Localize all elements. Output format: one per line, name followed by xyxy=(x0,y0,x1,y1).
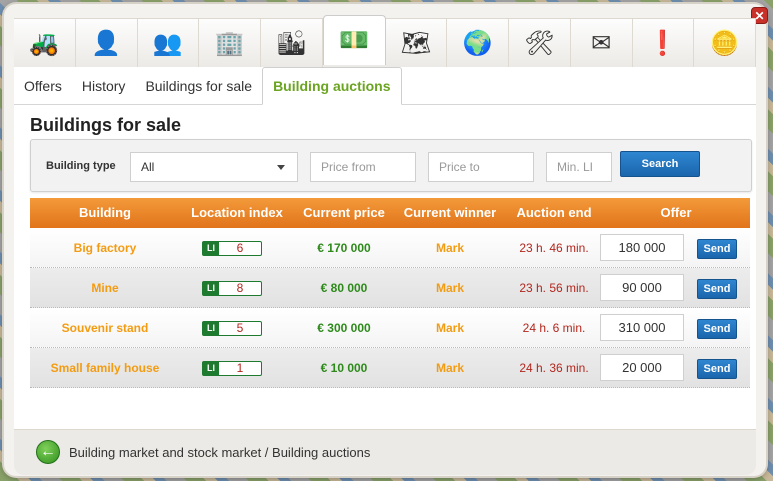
content-panel: Buildings for sale Building type All Pri… xyxy=(14,105,756,429)
li-badge: LI 8 xyxy=(202,281,262,296)
map-icon: 🗺 xyxy=(400,30,432,57)
nav-bulldozer[interactable]: 🚜 xyxy=(14,19,76,68)
price-to-input[interactable]: Price to xyxy=(428,152,534,182)
current-price: € 300 000 xyxy=(317,321,371,335)
footer-bar: ← Building market and stock market / Bui… xyxy=(14,429,756,475)
li-value: 6 xyxy=(236,241,244,255)
envelope-icon: ✉ xyxy=(591,30,612,57)
auction-end: 24 h. 6 min. xyxy=(522,321,586,335)
auction-window: ✕ 🚜 👤 👥 🏢 🏙 💵 🗺 🌍 🛠 ✉ ❗ 🪙 Offers History… xyxy=(4,4,768,476)
table-row: Souvenir stand LI 5 € 300 000 Mark 24 h. … xyxy=(30,308,750,348)
coin-icon: 🪙 xyxy=(709,30,740,57)
building-name: Big factory xyxy=(73,241,137,255)
li-tag: LI xyxy=(203,282,219,295)
col-current-winner: Current winner xyxy=(403,205,497,220)
col-offer: Offer xyxy=(660,205,692,220)
table-row: Big factory LI 6 € 170 000 Mark 23 h. 46 … xyxy=(30,228,750,268)
current-winner: Mark xyxy=(435,321,464,335)
table-row: Mine LI 8 € 80 000 Mark 23 h. 56 min. 90 … xyxy=(30,268,750,308)
send-button[interactable]: Send xyxy=(697,319,737,339)
sub-tabs: Offers History Buildings for sale Buildi… xyxy=(14,67,756,105)
auction-end: 23 h. 56 min. xyxy=(519,281,589,295)
offer-input[interactable]: 90 000 xyxy=(600,274,684,301)
col-auction-end: Auction end xyxy=(516,205,592,220)
li-badge: LI 1 xyxy=(202,361,262,376)
back-arrow-icon[interactable]: ← xyxy=(36,440,60,464)
people-icon: 👥 xyxy=(152,30,183,57)
money-building-icon: 💵 xyxy=(339,27,370,54)
current-winner: Mark xyxy=(435,361,464,375)
li-value: 5 xyxy=(236,321,244,335)
li-value: 1 xyxy=(236,361,244,375)
send-button[interactable]: Send xyxy=(697,279,737,299)
offer-input[interactable]: 20 000 xyxy=(600,354,684,381)
nav-people[interactable]: 👥 xyxy=(138,19,200,68)
nav-market[interactable]: 💵 xyxy=(322,15,386,65)
breadcrumb: Building market and stock market / Build… xyxy=(69,445,371,460)
current-price: € 10 000 xyxy=(320,361,368,375)
nav-buildings[interactable]: 🏙 xyxy=(261,19,323,68)
col-current-price: Current price xyxy=(303,205,385,220)
building-name: Souvenir stand xyxy=(61,321,149,335)
chevron-down-icon xyxy=(277,165,285,170)
offer-input[interactable]: 180 000 xyxy=(600,234,684,261)
current-price: € 170 000 xyxy=(317,241,371,255)
table-header: Building Location index Current price Cu… xyxy=(30,198,750,228)
tab-buildings-for-sale[interactable]: Buildings for sale xyxy=(135,68,262,104)
auction-end: 24 h. 36 min. xyxy=(519,361,589,375)
tools-icon: 🛠 xyxy=(524,30,555,57)
main-icon-bar: 🚜 👤 👥 🏢 🏙 💵 🗺 🌍 🛠 ✉ ❗ 🪙 xyxy=(14,15,756,68)
table-row: Small family house LI 1 € 10 000 Mark 24 … xyxy=(30,348,750,388)
nav-globe[interactable]: 🌍 xyxy=(447,19,509,68)
send-button[interactable]: Send xyxy=(697,359,737,379)
auction-end: 23 h. 46 min. xyxy=(519,241,589,255)
building-type-label: Building type xyxy=(46,160,116,172)
li-tag: LI xyxy=(203,362,219,375)
li-tag: LI xyxy=(203,242,219,255)
filter-bar: Building type All Price from Price to Mi… xyxy=(30,139,752,192)
building-type-select[interactable]: All xyxy=(130,152,298,182)
li-value: 8 xyxy=(236,281,244,295)
building-name: Mine xyxy=(91,281,119,295)
li-badge: LI 6 xyxy=(202,241,262,256)
min-li-input[interactable]: Min. LI xyxy=(546,152,612,182)
offer-input[interactable]: 310 000 xyxy=(600,314,684,341)
page-title: Buildings for sale xyxy=(30,115,182,135)
info-icon: ❗ xyxy=(647,30,678,57)
current-price: € 80 000 xyxy=(320,281,368,295)
tab-offers[interactable]: Offers xyxy=(14,68,72,104)
send-button[interactable]: Send xyxy=(697,239,737,259)
building-type-value: All xyxy=(141,160,155,174)
tab-history[interactable]: History xyxy=(72,68,136,104)
nav-info[interactable]: ❗ xyxy=(633,19,695,68)
current-winner: Mark xyxy=(435,241,464,255)
col-building: Building xyxy=(79,205,131,220)
bulldozer-icon: 🚜 xyxy=(29,30,60,57)
nav-tools[interactable]: 🛠 xyxy=(509,19,571,68)
col-location-index: Location index xyxy=(191,205,283,220)
nav-person[interactable]: 👤 xyxy=(76,19,138,68)
price-from-input[interactable]: Price from xyxy=(310,152,416,182)
person-icon: 👤 xyxy=(91,30,122,57)
nav-skyscraper[interactable]: 🏢 xyxy=(199,19,261,68)
building-name: Small family house xyxy=(50,361,160,375)
li-badge: LI 5 xyxy=(202,321,262,336)
tab-building-auctions[interactable]: Building auctions xyxy=(262,67,402,105)
skyscraper-icon: 🏢 xyxy=(214,30,245,57)
li-tag: LI xyxy=(203,322,219,335)
nav-coins[interactable]: 🪙 xyxy=(694,19,756,68)
buildings-icon: 🏙 xyxy=(276,30,307,57)
nav-mail[interactable]: ✉ xyxy=(571,19,633,68)
nav-map[interactable]: 🗺 xyxy=(386,19,448,68)
search-button[interactable]: Search xyxy=(620,151,700,177)
current-winner: Mark xyxy=(435,281,464,295)
globe-icon: 🌍 xyxy=(462,30,493,57)
